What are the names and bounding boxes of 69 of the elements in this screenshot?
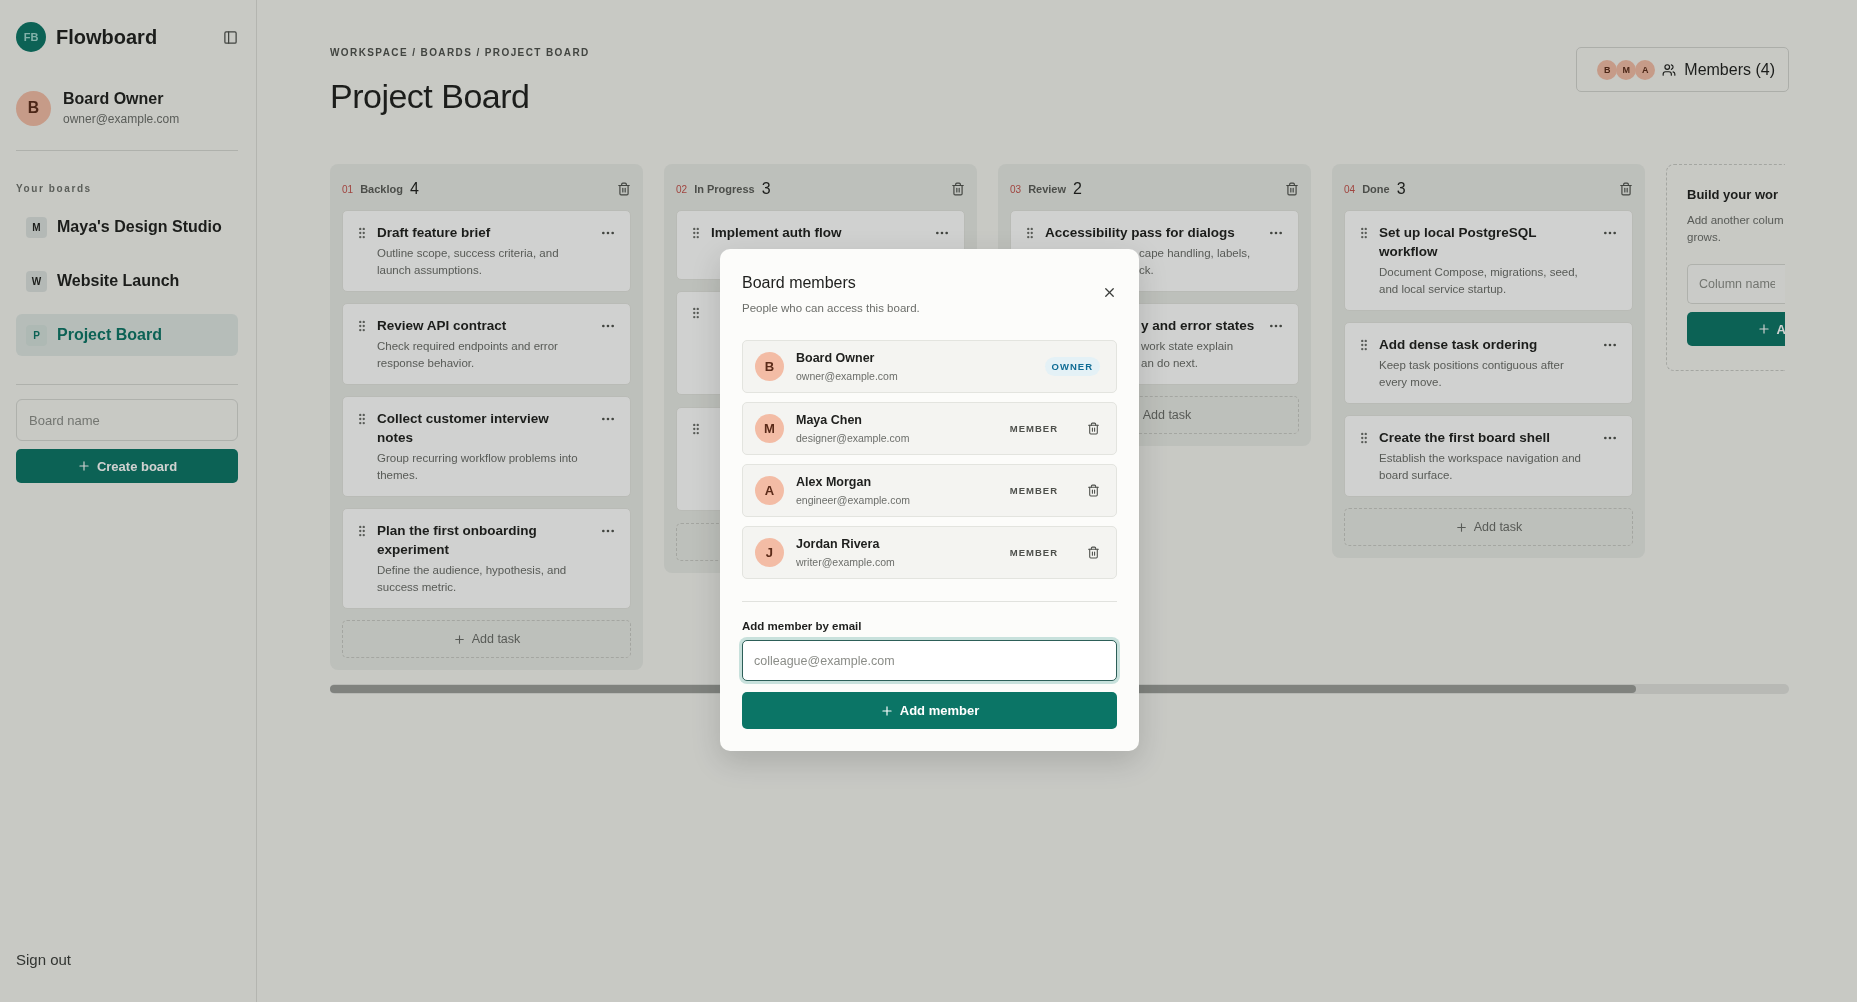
member-avatar: J — [755, 538, 784, 567]
column-name: Review — [1028, 183, 1067, 195]
field-label: Add member by email — [742, 620, 863, 632]
role-label: MEMBER — [1008, 484, 1059, 498]
member-avatar: A — [1635, 59, 1656, 80]
column-name: Backlog — [360, 183, 403, 195]
board-initial: P — [26, 324, 47, 346]
task-title: Plan the first onboarding experiment — [377, 522, 538, 559]
role-label: OWNER — [1044, 357, 1100, 376]
member-email: engineer@example.com — [796, 494, 910, 506]
breadcrumb: WORKSPACE / BOARDS / PROJECT BOARD — [330, 47, 590, 58]
column-number: 03 — [1010, 183, 1022, 195]
board-name: Project Board — [57, 326, 162, 344]
member-name: Jordan Rivera — [796, 537, 881, 551]
member-avatar: A — [755, 476, 784, 505]
task-title: Implement auth flow — [711, 224, 843, 242]
member-avatar: B — [1597, 59, 1618, 80]
user-avatar: B — [16, 90, 51, 126]
task-count: 3 — [761, 180, 772, 198]
task-title: Accessibility pass for dialogs — [1045, 224, 1236, 242]
dialog-subtitle: People who can access this board. — [742, 302, 921, 314]
members-label: Members (4) — [1684, 60, 1775, 79]
task-description: Outline scope, success criteria, and launch assumptions. — [377, 246, 560, 278]
role-label: MEMBER — [1008, 422, 1059, 436]
member-name: Alex Morgan — [796, 475, 872, 489]
task-description: Check required endpoints and error response behavior. — [377, 339, 559, 371]
board-initial: W — [26, 270, 47, 292]
app-name: Flowboard — [56, 25, 159, 49]
task-count: 4 — [409, 180, 420, 198]
task-title: Add dense task ordering — [1379, 336, 1539, 354]
member-name: Maya Chen — [796, 413, 863, 427]
task-title: Draft feature brief — [377, 224, 492, 242]
role-label: MEMBER — [1008, 546, 1059, 560]
column-name: Done — [1362, 183, 1390, 195]
page-title: Project Board — [330, 77, 531, 116]
add-column-description: Add another colum grows. — [1687, 213, 1785, 245]
member-email: owner@example.com — [796, 370, 898, 382]
task-count: 2 — [1073, 180, 1083, 198]
column-number: 02 — [676, 183, 688, 195]
board-initial: M — [26, 216, 47, 238]
task-description: Document Compose, migrations, seed, and local service startup. — [1379, 265, 1579, 297]
column-name: In Progress — [694, 183, 755, 195]
task-title: y and error states — [1141, 317, 1256, 335]
board-name: Website Launch — [57, 272, 180, 290]
member-avatar: B — [755, 352, 784, 381]
member-email: designer@example.com — [796, 432, 910, 444]
task-description: Group recurring workflow problems into themes. — [377, 451, 579, 483]
member-email: writer@example.com — [796, 556, 895, 568]
task-description: cape handling, labels, ck. — [1138, 246, 1251, 278]
user-name: Board Owner — [63, 90, 165, 108]
task-count: 3 — [1396, 180, 1407, 198]
task-title: Collect customer interview notes — [377, 410, 550, 447]
column-number: 01 — [342, 183, 354, 195]
app-logo: FB — [16, 22, 46, 52]
member-name: Board Owner — [796, 351, 876, 365]
task-title: Review API contract — [377, 317, 508, 335]
user-email: owner@example.com — [63, 112, 180, 126]
task-title: Set up local PostgreSQL workflow — [1379, 224, 1538, 261]
task-description: Establish the workspace navigation and board surface. — [1379, 451, 1582, 483]
board-name: Maya's Design Studio — [57, 218, 222, 236]
member-avatar: M — [755, 414, 784, 443]
task-description: Keep task positions contiguous after every move. — [1379, 358, 1565, 390]
column-number: 04 — [1344, 183, 1356, 195]
task-title: Create the first board shell — [1379, 429, 1552, 447]
section-label: Your boards — [16, 183, 93, 194]
member-avatar: M — [1616, 59, 1637, 80]
task-description: work state explain an do next. — [1141, 339, 1235, 371]
add-column-title: Build your wor — [1687, 187, 1779, 202]
task-description: Define the audience, hypothesis, and success metric. — [377, 563, 568, 595]
